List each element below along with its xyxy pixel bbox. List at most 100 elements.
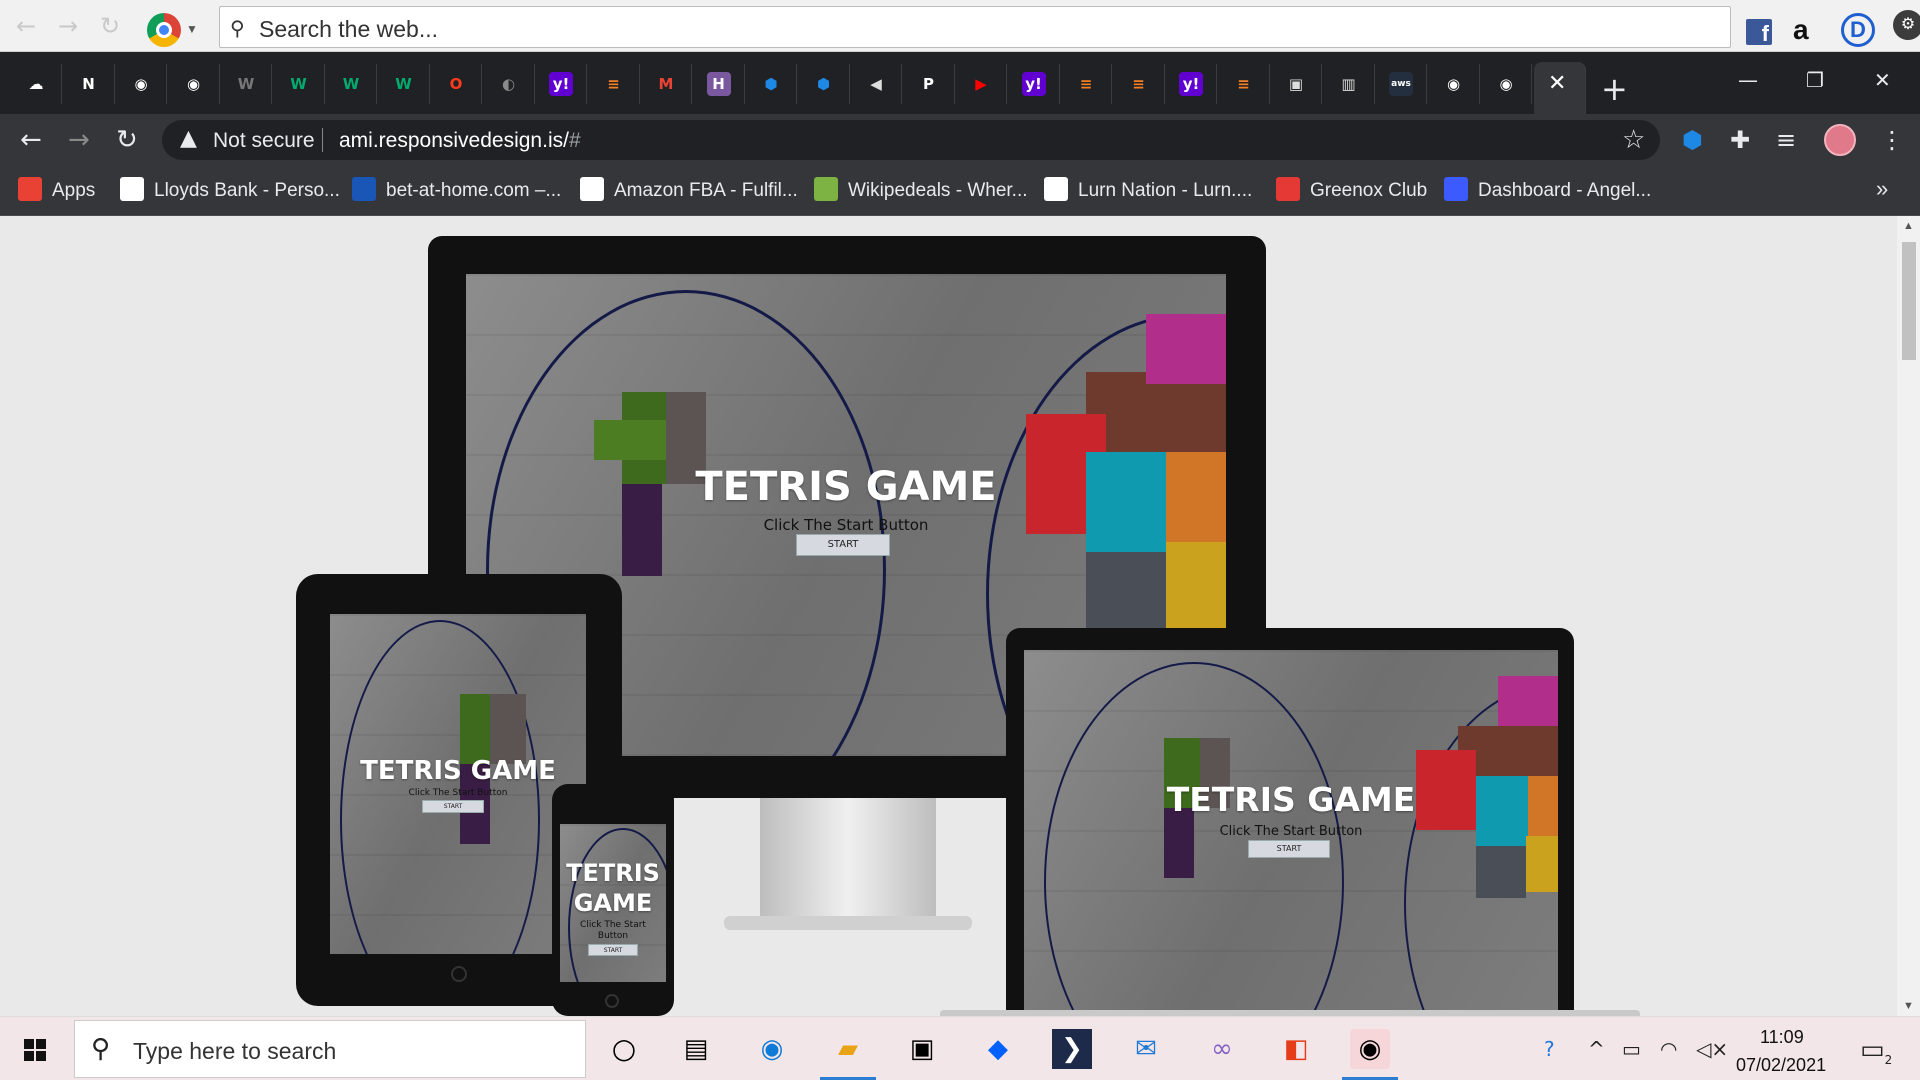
tab-w3schools[interactable]: W — [220, 64, 272, 104]
start-button[interactable]: START — [422, 800, 484, 813]
page-scrollbar[interactable]: ▲ ▼ — [1897, 216, 1920, 1016]
clock-time[interactable]: 11:09 — [1760, 1027, 1804, 1048]
start-button[interactable]: START — [1248, 840, 1330, 858]
avatar[interactable] — [1824, 124, 1856, 156]
tab-youtube[interactable]: ▶ — [955, 64, 1007, 104]
chevron-up-icon[interactable]: ^ — [1588, 1037, 1605, 1061]
tab-active[interactable]: ✕ — [1534, 62, 1586, 114]
powershell-icon[interactable]: ❯ — [1052, 1029, 1092, 1069]
restore-button[interactable]: ❐ — [1806, 68, 1824, 92]
bookmark-item[interactable]: Wikipedeals - Wher... — [814, 177, 1028, 202]
tab-notion[interactable]: N — [63, 64, 115, 104]
minimize-button[interactable]: — — [1738, 68, 1758, 92]
dropbox-icon[interactable]: ◆ — [978, 1029, 1018, 1069]
url-text[interactable]: ami.responsivedesign.is/# — [339, 129, 581, 153]
edge-icon[interactable]: ◉ — [752, 1029, 792, 1069]
chevron-down-icon[interactable]: ▼ — [186, 22, 198, 36]
taskbar-search-input[interactable]: ⚲ Type here to search — [74, 1020, 586, 1078]
reload-icon[interactable]: ↻ — [98, 14, 122, 38]
tab-yahoo[interactable]: y! — [1165, 64, 1217, 104]
tab-github[interactable]: ◉ — [1428, 64, 1480, 104]
magenta-block — [1498, 676, 1558, 726]
bookmark-item[interactable]: Greenox Club — [1276, 177, 1427, 202]
tab-w3schools[interactable]: W — [325, 64, 377, 104]
chrome-taskbar-icon[interactable]: ◉ — [1350, 1029, 1390, 1069]
scroll-thumb[interactable] — [1902, 242, 1916, 360]
d-extension-icon[interactable]: D — [1841, 13, 1875, 47]
security-label[interactable]: Not secure — [213, 129, 315, 153]
tab-speaker[interactable]: ◀ — [850, 64, 902, 104]
mail-icon[interactable]: ✉ — [1126, 1029, 1166, 1069]
tab-stackoverflow[interactable]: ≡ — [1113, 64, 1165, 104]
battery-icon[interactable]: ▭ — [1622, 1037, 1641, 1061]
bookmark-item[interactable]: Lloyds Bank - Perso... — [120, 177, 340, 202]
cortana-icon[interactable]: ○ — [604, 1029, 644, 1069]
back-arrow-icon[interactable]: ← — [14, 14, 38, 38]
tab-opera[interactable]: O — [430, 64, 482, 104]
scroll-up-icon[interactable]: ▲ — [1903, 220, 1914, 232]
close-icon[interactable]: ✕ — [1548, 71, 1566, 96]
cube-extension-icon[interactable]: ⬢ — [1682, 126, 1703, 154]
bookmark-item[interactable]: Apps — [18, 177, 95, 202]
tab-heroku[interactable]: H — [693, 64, 745, 104]
bookmark-item[interactable]: Dashboard - Angel... — [1444, 177, 1651, 202]
wifi-icon[interactable]: ◠ — [1660, 1037, 1677, 1061]
tab-cloud[interactable]: ☁ — [10, 64, 62, 104]
phone-home-button — [605, 994, 619, 1008]
bookmarks-overflow-icon[interactable]: » — [1876, 176, 1888, 202]
tab-cube[interactable]: ⬢ — [745, 64, 797, 104]
media-queue-icon[interactable]: ≡ — [1776, 126, 1796, 154]
reload-button[interactable]: ↻ — [116, 125, 138, 155]
window-close-button[interactable]: ✕ — [1874, 68, 1891, 92]
office-icon[interactable]: ◧ — [1276, 1029, 1316, 1069]
tab-w3schools[interactable]: W — [378, 64, 430, 104]
chrome-logo-icon[interactable] — [147, 13, 181, 47]
forward-arrow-icon[interactable]: → — [56, 14, 80, 38]
store-icon[interactable]: ▣ — [902, 1029, 942, 1069]
windows-start-icon[interactable] — [24, 1039, 46, 1061]
gear-icon[interactable]: ⚙ — [1893, 10, 1920, 40]
tab-github[interactable]: ◉ — [168, 64, 220, 104]
tab-pinterest[interactable]: P — [903, 64, 955, 104]
omnibox[interactable]: ▲ Not secure ami.responsivedesign.is/# ☆ — [162, 120, 1660, 160]
bookmark-item[interactable]: bet-at-home.com –... — [352, 177, 561, 202]
tab-stackoverflow[interactable]: ≡ — [1218, 64, 1270, 104]
tab-columns[interactable]: ▥ — [1323, 64, 1375, 104]
task-view-icon[interactable]: ▤ — [676, 1029, 716, 1069]
forward-button[interactable]: → — [68, 125, 90, 155]
tab-gmail[interactable]: M — [640, 64, 692, 104]
amazon-icon[interactable]: a — [1793, 14, 1809, 46]
tab-cube[interactable]: ⬢ — [798, 64, 850, 104]
visual-studio-icon[interactable]: ∞ — [1202, 1029, 1242, 1069]
tab-github[interactable]: ◉ — [1480, 64, 1532, 104]
help-icon[interactable]: ? — [1544, 1037, 1555, 1061]
bookmark-item[interactable]: Amazon FBA - Fulfil... — [580, 177, 798, 202]
web-search-input[interactable]: ⚲ Search the web... — [219, 6, 1731, 48]
tab-yahoo[interactable]: y! — [1008, 64, 1060, 104]
bookmark-star-icon[interactable]: ☆ — [1622, 125, 1645, 155]
clock-date[interactable]: 07/02/2021 — [1736, 1055, 1826, 1076]
scroll-down-icon[interactable]: ▼ — [1903, 1000, 1914, 1012]
facebook-icon[interactable]: f — [1746, 19, 1772, 46]
back-button[interactable]: ← — [20, 125, 42, 155]
tab-w3schools[interactable]: W — [273, 64, 325, 104]
tab-yahoo[interactable]: y! — [535, 64, 587, 104]
tab-stackoverflow[interactable]: ≡ — [1060, 64, 1112, 104]
start-button[interactable]: START — [796, 534, 890, 556]
bookmarks-bar: » Apps Lloyds Bank - Perso... bet-at-home.… — [0, 164, 1920, 216]
volume-muted-icon[interactable]: ◁× — [1696, 1037, 1728, 1061]
warning-icon[interactable]: ▲ — [180, 126, 197, 151]
heroku-icon: H — [706, 72, 731, 96]
tab-stackoverflow[interactable]: ≡ — [588, 64, 640, 104]
tab-document[interactable]: ▣ — [1270, 64, 1322, 104]
new-tab-button[interactable]: + — [1601, 70, 1628, 108]
puzzle-extensions-icon[interactable]: ✚ — [1730, 126, 1750, 154]
tab-github[interactable]: ◉ — [115, 64, 167, 104]
bookmark-item[interactable]: Lurn Nation - Lurn.... — [1044, 177, 1252, 202]
file-explorer-icon[interactable]: ▰ — [828, 1029, 868, 1069]
kebab-menu-icon[interactable]: ⋮ — [1880, 126, 1904, 154]
notification-icon[interactable]: ▭2 — [1860, 1035, 1892, 1067]
tab-globe[interactable]: ◐ — [483, 64, 535, 104]
tab-aws[interactable]: aws — [1375, 64, 1427, 104]
start-button[interactable]: START — [588, 944, 638, 956]
